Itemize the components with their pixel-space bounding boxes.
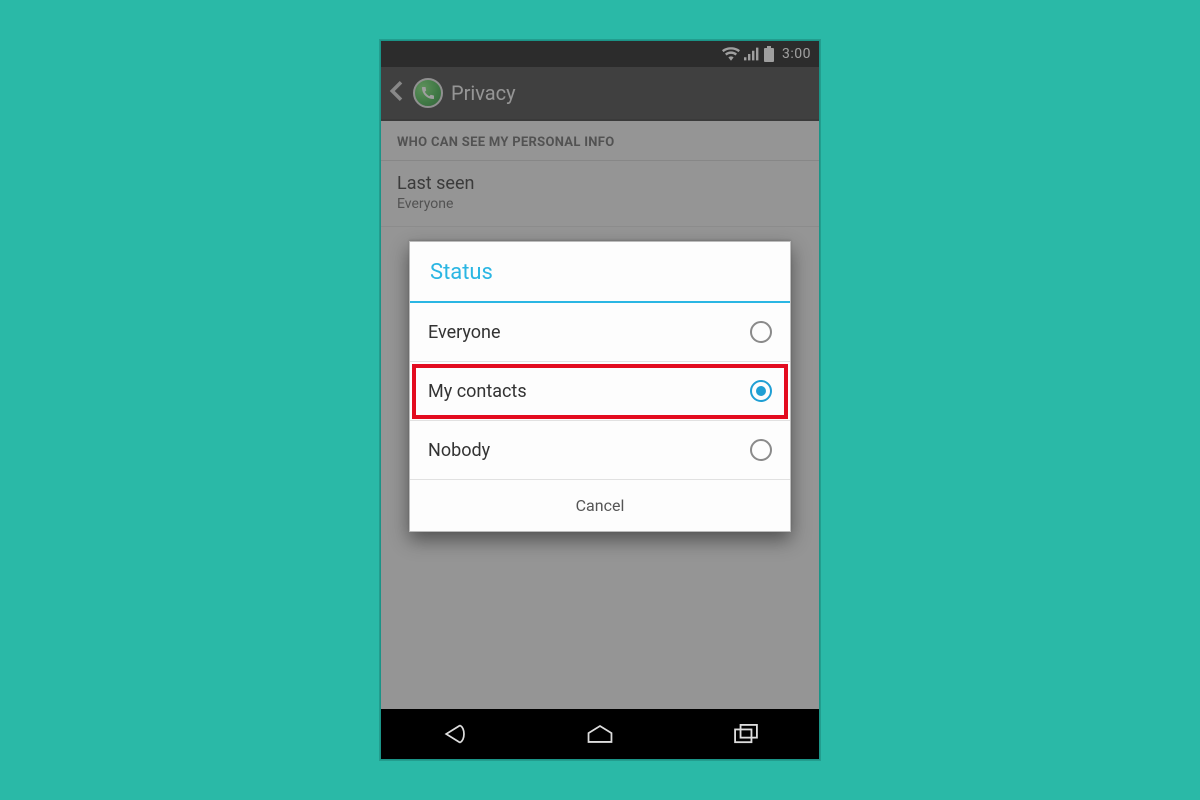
radio-icon (750, 321, 772, 343)
radio-icon (750, 380, 772, 402)
option-nobody[interactable]: Nobody (410, 421, 790, 480)
nav-back-icon[interactable] (434, 720, 474, 748)
android-nav-bar (381, 709, 819, 759)
nav-home-icon[interactable] (580, 720, 620, 748)
phone-frame: 3:00 Privacy WHO CAN SEE MY PERSONAL INF… (380, 40, 820, 760)
option-label: My contacts (428, 381, 527, 402)
option-label: Nobody (428, 440, 490, 461)
option-my-contacts[interactable]: My contacts (410, 362, 790, 421)
dialog-title: Status (410, 242, 790, 303)
option-everyone[interactable]: Everyone (410, 303, 790, 362)
status-dialog: Status Everyone My contacts Nobody Cance… (409, 241, 791, 532)
nav-recent-icon[interactable] (726, 720, 766, 748)
radio-icon (750, 439, 772, 461)
cancel-button[interactable]: Cancel (410, 480, 790, 531)
option-label: Everyone (428, 322, 501, 343)
